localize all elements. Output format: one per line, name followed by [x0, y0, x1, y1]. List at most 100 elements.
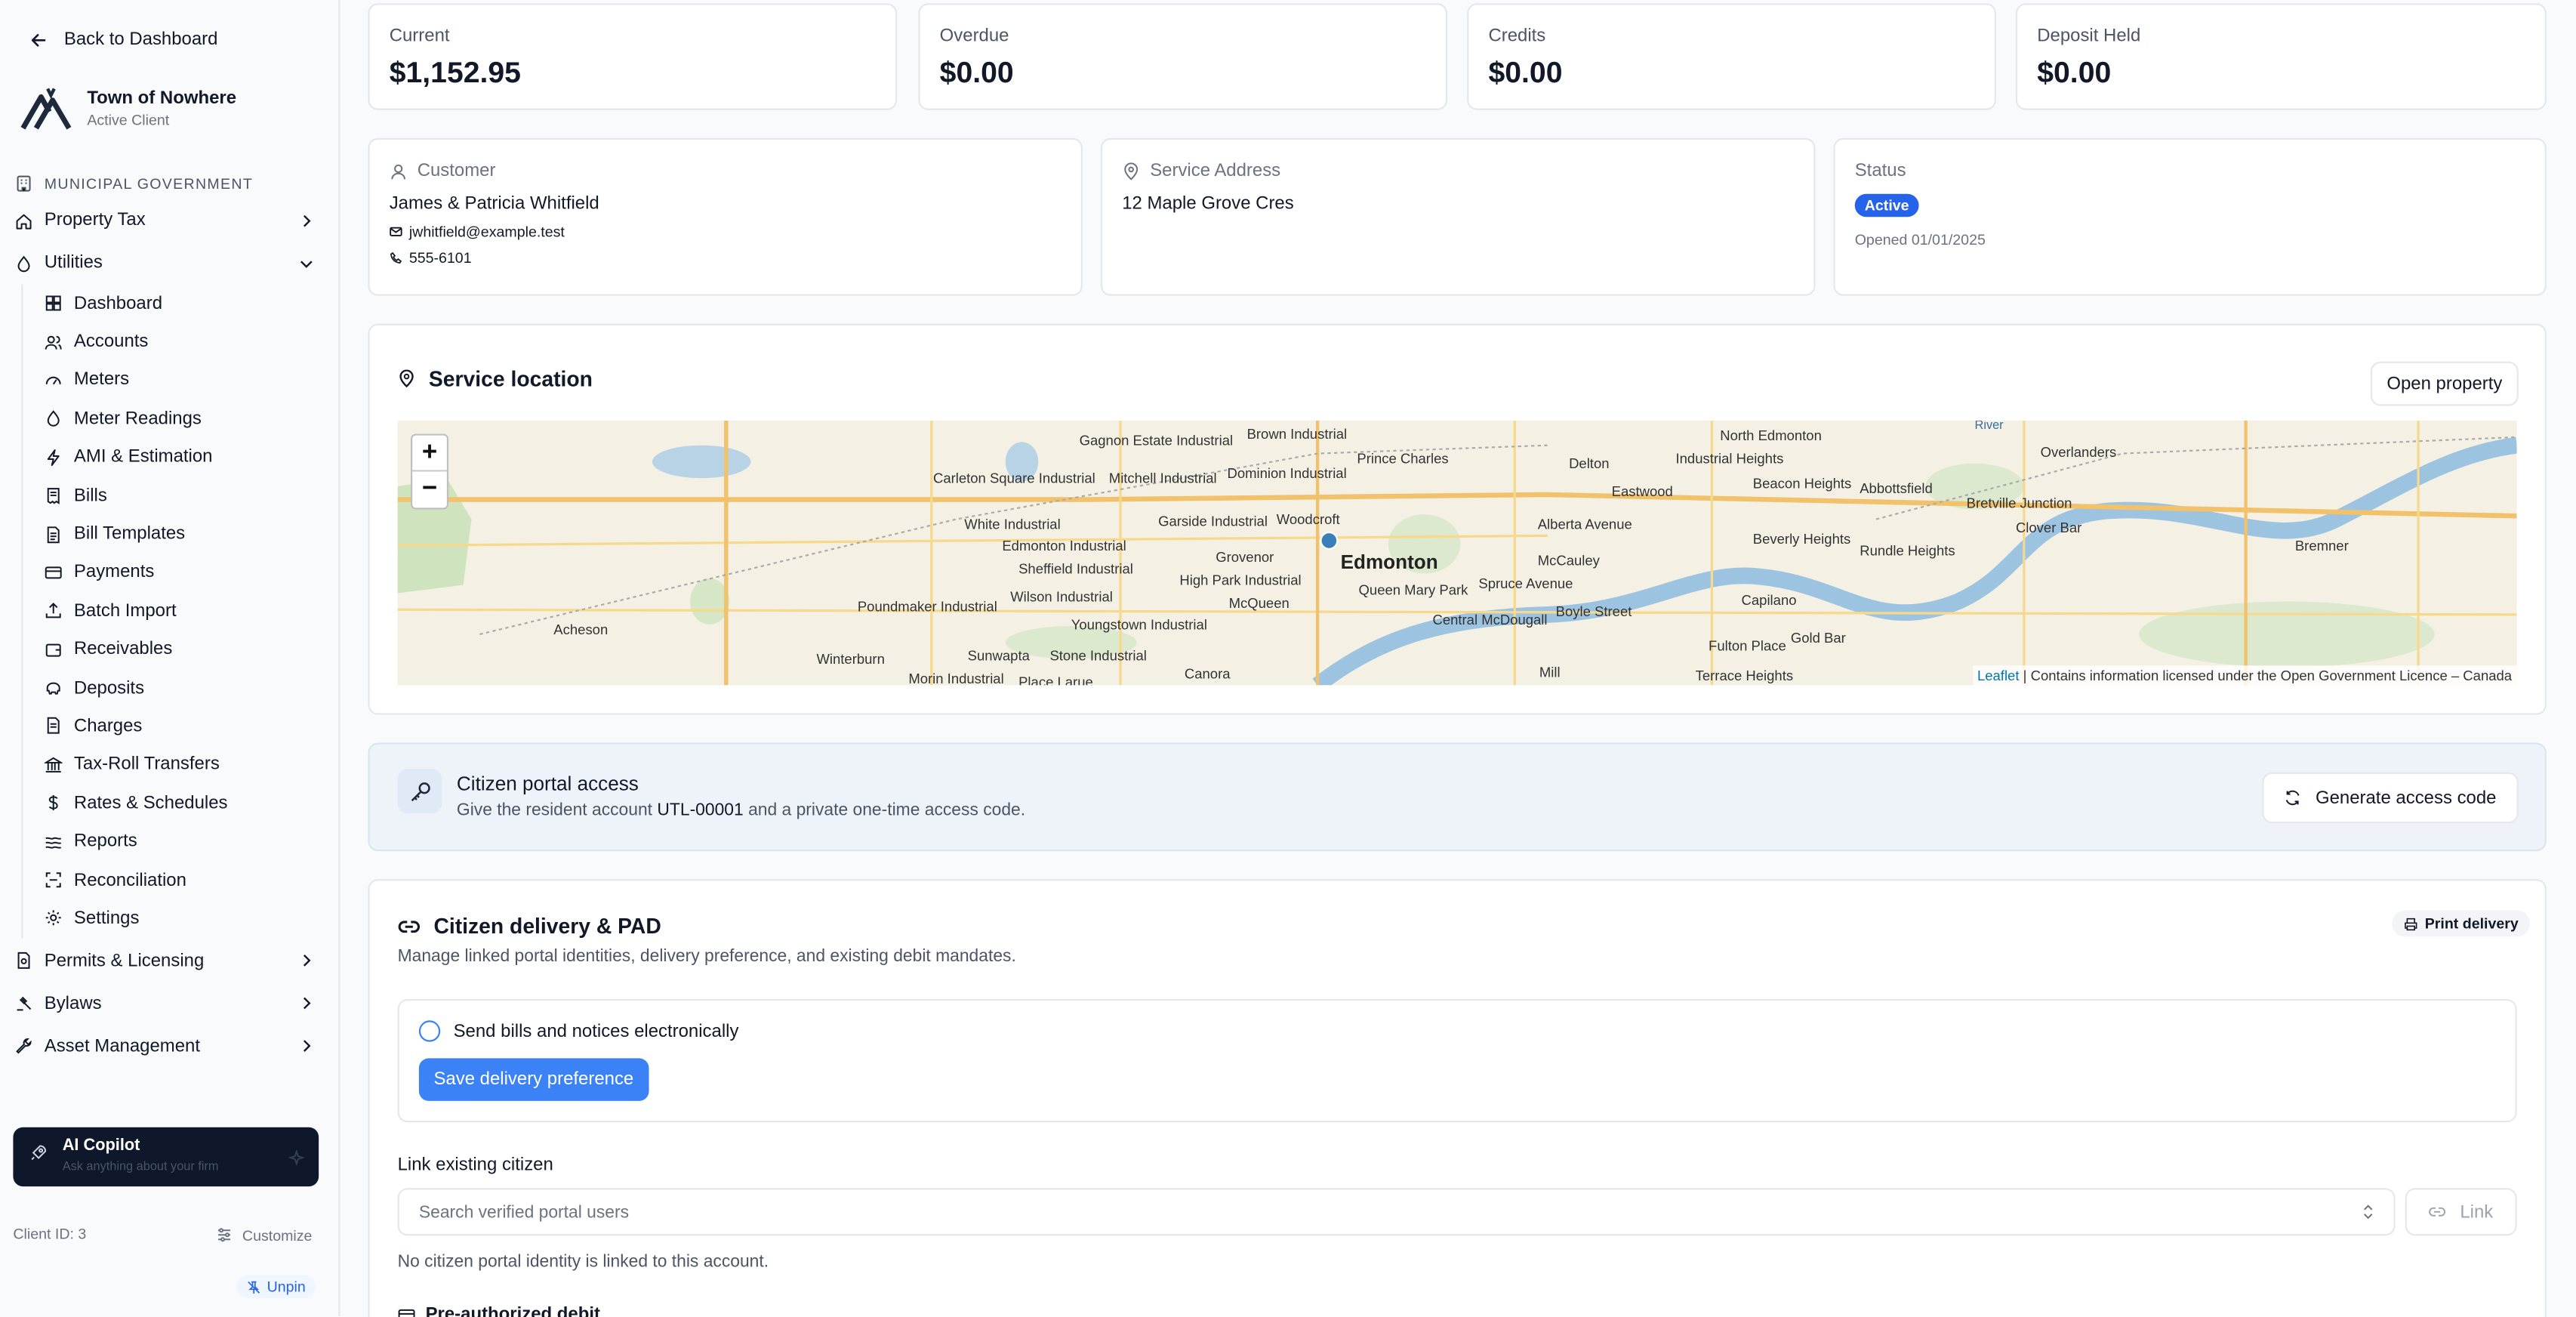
link-citizen-label-text: Link — [2460, 1201, 2494, 1222]
nav-property-tax-label: Property Tax — [44, 210, 146, 230]
subnav-ami-estimation[interactable]: AMI & Estimation — [23, 438, 338, 477]
subnav-reconciliation[interactable]: Reconciliation — [23, 861, 338, 899]
chevron-right-icon — [303, 1040, 311, 1053]
upload-icon — [45, 603, 61, 619]
phone-icon — [390, 251, 402, 264]
unpin-button[interactable]: Unpin — [237, 1275, 316, 1299]
customer-phone[interactable]: 555-6101 — [409, 250, 472, 267]
map-place-label: Gagnon Estate Industrial — [1080, 433, 1233, 449]
customer-card: Customer James & Patricia Whitfield jwhi… — [368, 137, 1083, 296]
map-zoom-control: + − — [411, 433, 449, 510]
ai-copilot-button[interactable]: AI Copilot Ask anything about your firm — [13, 1127, 319, 1187]
stat-label: Deposit Held — [2037, 26, 2141, 46]
subnav-meter-readings[interactable]: Meter Readings — [23, 399, 338, 438]
credit-card-icon — [398, 1308, 415, 1317]
map-place-label: Morin Industrial — [908, 671, 1003, 685]
droplet-icon — [17, 254, 30, 272]
chevron-right-icon — [303, 997, 311, 1010]
customer-name: James & Patricia Whitfield — [389, 193, 599, 214]
portal-subtitle: Give the resident account UTL-00001 and … — [457, 800, 1025, 820]
subnav-label: Bills — [73, 486, 107, 506]
map-place-label: Gold Bar — [1791, 630, 1846, 646]
service-location-heading: Service location — [398, 366, 593, 391]
back-label: Back to Dashboard — [63, 29, 218, 50]
nav-asset-management-label: Asset Management — [44, 1036, 200, 1056]
subnav-deposits[interactable]: Deposits — [23, 668, 338, 707]
printer-icon — [2405, 917, 2417, 930]
status-card: Status Active Opened 01/01/2025 — [1833, 137, 2547, 296]
citizen-delivery-card: Citizen delivery & PAD Manage linked por… — [368, 879, 2547, 1317]
customize-label: Customize — [242, 1226, 313, 1244]
subnav-bill-templates[interactable]: Bill Templates — [23, 515, 338, 554]
nav-bylaws[interactable]: Bylaws — [0, 982, 338, 1025]
rocket-icon — [31, 1145, 47, 1161]
customize-button[interactable]: Customize — [216, 1226, 312, 1244]
portal-sub-before: Give the resident account — [456, 800, 653, 820]
layout-grid-icon — [45, 295, 61, 311]
subnav-dashboard[interactable]: Dashboard — [23, 284, 338, 322]
subnav-meters[interactable]: Meters — [23, 361, 338, 399]
back-to-dashboard-link[interactable]: Back to Dashboard — [0, 0, 338, 49]
landmark-icon — [44, 757, 63, 773]
nav-asset-management[interactable]: Asset Management — [0, 1025, 338, 1068]
sidebar: Back to Dashboard Town of Nowhere Active… — [0, 0, 340, 1316]
save-delivery-preference-button[interactable]: Save delivery preference — [418, 1058, 649, 1101]
electronic-delivery-option[interactable]: Send bills and notices electronically — [418, 1020, 738, 1042]
electronic-delivery-radio[interactable] — [418, 1020, 441, 1042]
status-badge: Active — [1854, 193, 1919, 217]
zoom-out-button[interactable]: − — [412, 472, 447, 508]
open-property-label: Open property — [2386, 374, 2503, 394]
subnav-charges[interactable]: Charges — [23, 707, 338, 745]
subnav-tax-roll-transfers[interactable]: Tax-Roll Transfers — [23, 745, 338, 784]
zoom-in-button[interactable]: + — [412, 436, 447, 472]
map-place-label: Garside Industrial — [1158, 513, 1268, 529]
map-place-label: Central McDougall — [1432, 612, 1547, 628]
map-place-label: Queen Mary Park — [1359, 582, 1469, 598]
subnav-rates-schedules[interactable]: Rates & Schedules — [23, 784, 338, 822]
chevron-right-icon — [303, 214, 311, 227]
service-address-card: Service Address 12 Maple Grove Cres — [1100, 137, 1816, 296]
client-id: Client ID: 3 — [13, 1226, 87, 1243]
stat-label: Credits — [1488, 26, 1546, 46]
subnav-label: Bill Templates — [73, 524, 186, 544]
subnav-settings[interactable]: Settings — [23, 899, 338, 938]
map-place-label: Fulton Place — [1709, 638, 1786, 654]
subnav-receivables[interactable]: Receivables — [23, 631, 338, 669]
generate-access-code-label: Generate access code — [2315, 788, 2497, 808]
map-place-label: Capilano — [1742, 592, 1797, 608]
main-content: Current $1,152.95 Overdue $0.00 Credits … — [340, 0, 2576, 1317]
generate-access-code-button[interactable]: Generate access code — [2262, 772, 2519, 824]
print-delivery-button[interactable]: Print delivery — [2392, 910, 2531, 937]
nav-permits[interactable]: Permits & Licensing — [0, 939, 338, 982]
subnav-reports[interactable]: Reports — [23, 822, 338, 861]
subnav-label: Meter Readings — [73, 409, 202, 429]
nav-utilities[interactable]: Utilities — [0, 242, 338, 285]
map-river-label: River — [1975, 421, 2004, 432]
subnav-accounts[interactable]: Accounts — [23, 322, 338, 361]
subnav-batch-import[interactable]: Batch Import — [23, 592, 338, 631]
link-citizen-button[interactable]: Link — [2405, 1188, 2517, 1236]
service-location-map[interactable]: Gagnon Estate Industrial Brown Industrial… — [397, 421, 2517, 686]
client-footer: Client ID: 3 Customize — [13, 1226, 312, 1244]
credit-card-icon — [45, 566, 62, 579]
portal-title: Citizen portal access — [456, 772, 639, 796]
map-attribution: Leaflet | Contains information licensed … — [1972, 665, 2517, 686]
delivery-preference-panel: Send bills and notices electronically Sa… — [397, 999, 2517, 1123]
citizen-search-placeholder: Search verified portal users — [418, 1202, 630, 1223]
map-place-label: Sheffield Industrial — [1018, 560, 1133, 576]
nav-permits-label: Permits & Licensing — [44, 951, 205, 971]
map-place-label: Wilson Industrial — [1010, 588, 1113, 604]
link-icon — [398, 920, 421, 933]
subnav-bills[interactable]: Bills — [23, 477, 338, 515]
nav-property-tax[interactable]: Property Tax — [0, 199, 338, 242]
portal-account-number: UTL-00001 — [657, 800, 744, 820]
subnav-payments[interactable]: Payments — [23, 554, 338, 592]
map-place-label: White Industrial — [964, 517, 1060, 532]
citizen-search-select[interactable]: Search verified portal users — [397, 1188, 2396, 1236]
open-property-button[interactable]: Open property — [2370, 361, 2519, 406]
leaflet-link[interactable]: Leaflet — [1977, 667, 2020, 683]
customer-email[interactable]: jwhitfield@example.test — [409, 224, 565, 240]
map-place-label: Rundle Heights — [1860, 542, 1955, 558]
map-place-label: McCauley — [1538, 553, 1601, 569]
user-icon — [391, 163, 406, 179]
